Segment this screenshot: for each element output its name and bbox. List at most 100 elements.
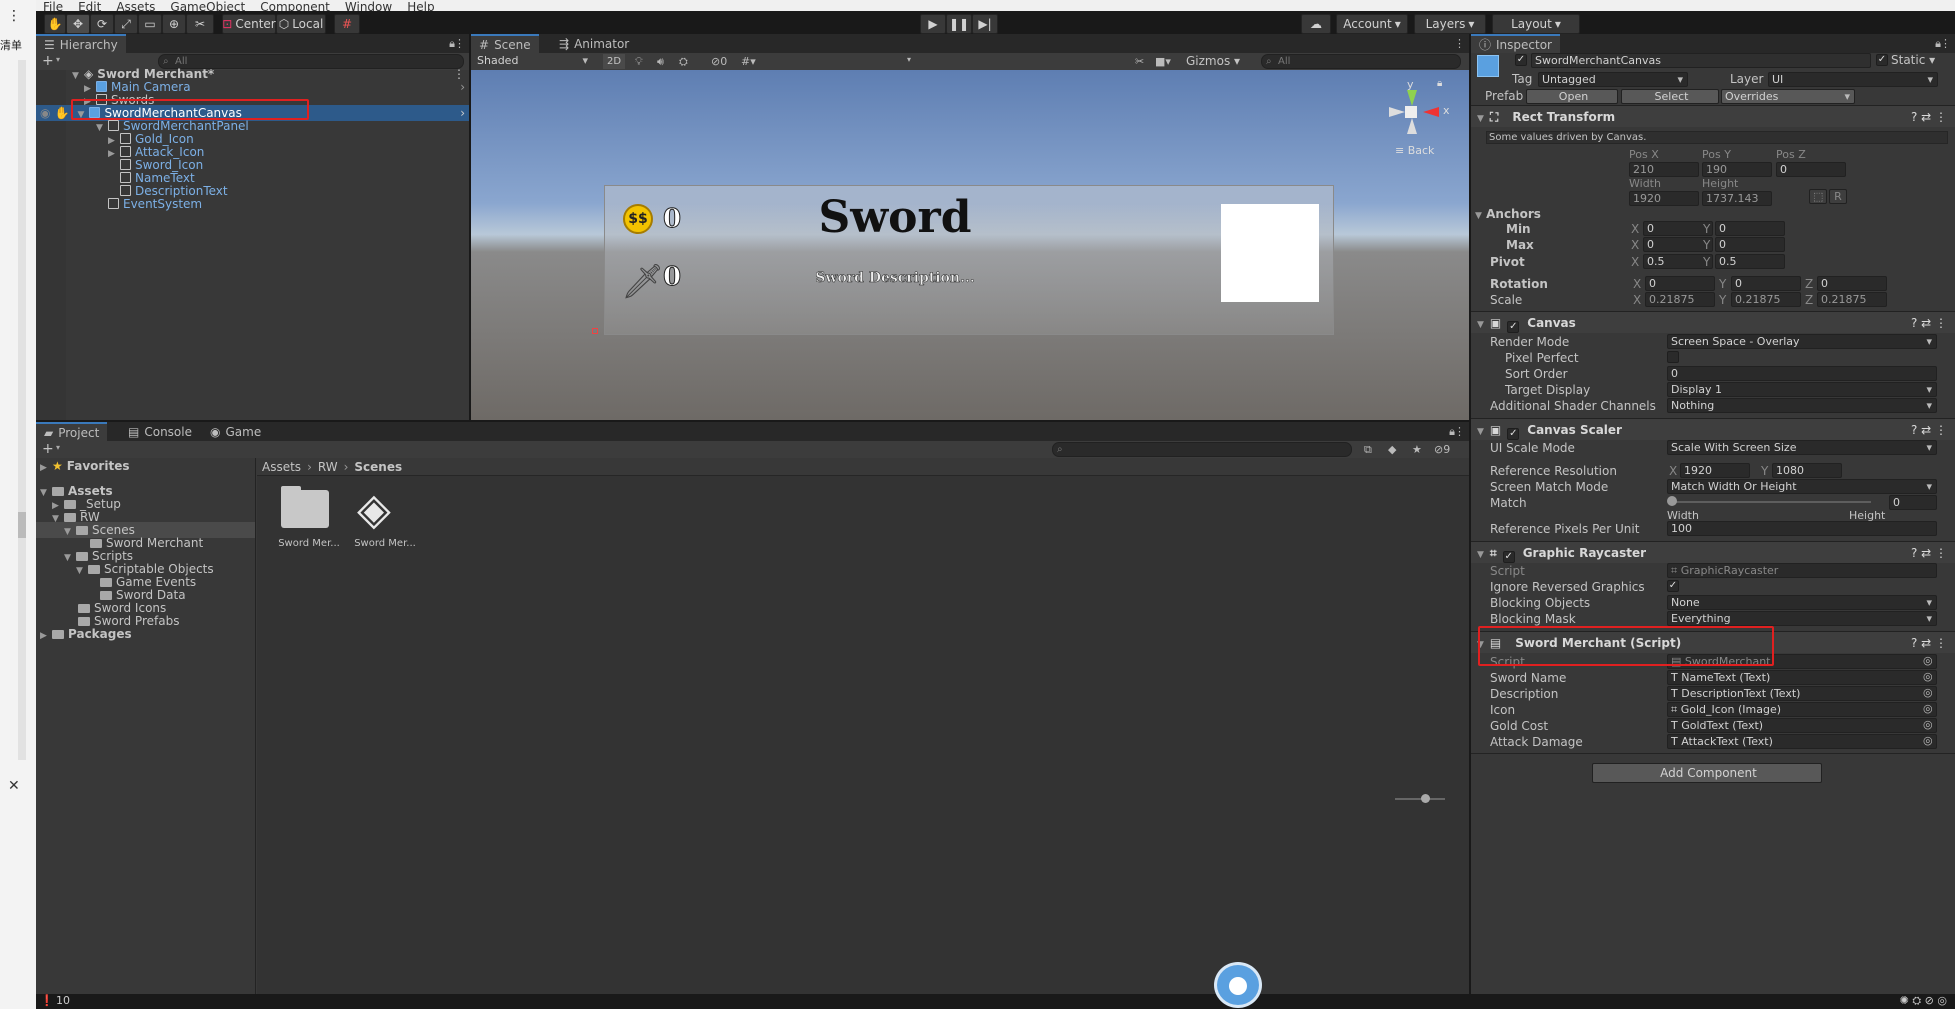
posz-field[interactable]: 0	[1776, 162, 1846, 177]
layers-dropdown[interactable]: Layers ▾	[1414, 14, 1486, 34]
raw-edit-button[interactable]: R	[1829, 189, 1847, 204]
light-icon[interactable]: 💡︎	[635, 55, 643, 69]
zoom-slider-thumb[interactable]	[1421, 794, 1430, 803]
add-component-button[interactable]: Add Component	[1592, 763, 1822, 783]
sort-order-field[interactable]: 0	[1667, 366, 1937, 381]
tree-favorites[interactable]: ▶ ★ Favorites	[36, 458, 255, 474]
audio-icon[interactable]: 🔊︎	[657, 55, 664, 69]
rect-tool-icon[interactable]: ▭	[138, 14, 162, 34]
object-picker-icon[interactable]: ◎	[1923, 670, 1933, 683]
tab-scene[interactable]: # Scene	[471, 34, 539, 53]
max-y-field[interactable]: 0	[1715, 237, 1785, 252]
tab-game[interactable]: ◉ Game	[202, 422, 269, 441]
scene-search-input[interactable]: ⌕ All	[1261, 54, 1461, 69]
object-picker-icon[interactable]: ◎	[1923, 702, 1933, 715]
hand-tool-icon[interactable]: ✋	[44, 14, 66, 34]
object-picker-icon[interactable]: ◎	[1923, 686, 1933, 699]
side-scrollbar[interactable]	[18, 60, 26, 760]
add-button[interactable]: +	[42, 53, 54, 69]
menu-kebab-icon[interactable]: ⋮	[1454, 425, 1465, 438]
min-y-field[interactable]: 0	[1715, 221, 1785, 236]
menu-gameobject[interactable]: GameObject	[170, 1, 245, 11]
scale-z-field[interactable]: 0.21875	[1817, 292, 1887, 307]
anchors-label[interactable]: ▼ Anchors	[1475, 207, 1541, 221]
2d-toggle[interactable]: 2D	[603, 54, 625, 69]
pivot-local-button[interactable]: ⬡ Local	[276, 14, 326, 34]
custom-tool-icon[interactable]: ✂	[186, 14, 214, 34]
favorite-star-icon[interactable]: ★	[1412, 443, 1422, 456]
filter-type-icon[interactable]: ⧉	[1364, 443, 1372, 457]
ref-y-field[interactable]: 1080	[1772, 463, 1842, 478]
gizmo-back-label[interactable]: ≡ Back	[1395, 144, 1434, 157]
neg-x-cone[interactable]	[1389, 107, 1405, 117]
effects-icon[interactable]: ⛭	[679, 55, 688, 69]
side-scroll-thumb[interactable]	[18, 512, 26, 538]
tree-packages[interactable]: ▶ Packages	[36, 626, 255, 642]
hidden-objects-icon[interactable]: ⊘0	[711, 55, 727, 68]
scale-x-field[interactable]: 0.21875	[1645, 292, 1715, 307]
filter-label-icon[interactable]: ◆	[1388, 443, 1396, 456]
more-icon[interactable]: ⋮	[7, 8, 21, 24]
assistant-avatar[interactable]	[1214, 962, 1262, 1008]
zoom-slider-track[interactable]	[1395, 798, 1445, 800]
shading-dropdown[interactable]: Shaded	[474, 54, 592, 69]
rot-y-field[interactable]: 0	[1731, 276, 1801, 291]
pivot-center-button[interactable]: ⊡ Center	[222, 14, 276, 34]
move-tool-icon[interactable]: ✥	[66, 14, 90, 34]
pivot-handle[interactable]	[592, 328, 598, 334]
rect-transform-header[interactable]: ▼ ⛶ Rect Transform ? ⇄ ⋮	[1471, 105, 1955, 127]
raycaster-enabled-checkbox[interactable]: ✓	[1502, 551, 1515, 563]
object-picker-icon[interactable]: ◎	[1923, 654, 1933, 667]
dropdown-icon[interactable]: ▾	[907, 55, 911, 64]
ui-scale-mode-dropdown[interactable]: Scale With Screen Size	[1667, 440, 1937, 455]
blocking-objects-dropdown[interactable]: None	[1667, 595, 1937, 610]
rot-x-field[interactable]: 0	[1645, 276, 1715, 291]
scene-gizmo[interactable]: y x 🔒︎ ≡ Back	[1381, 78, 1451, 157]
gold-cost-field[interactable]: T GoldText (Text)	[1667, 718, 1937, 733]
prefab-overrides-dropdown[interactable]: Overrides	[1721, 89, 1855, 104]
target-display-dropdown[interactable]: Display 1	[1667, 382, 1937, 397]
step-button[interactable]: ▶|	[972, 14, 998, 34]
ignore-reversed-checkbox[interactable]: ✓	[1667, 580, 1679, 592]
gizmo-center-cube[interactable]	[1405, 106, 1417, 118]
chevron-down-icon[interactable]: ▾	[56, 443, 60, 452]
grid-toggle-icon[interactable]: #▾	[741, 55, 756, 68]
match-slider-track[interactable]	[1671, 501, 1871, 503]
additional-channels-dropdown[interactable]: Nothing	[1667, 398, 1937, 413]
y-axis-cone[interactable]	[1407, 90, 1417, 106]
tools-icon[interactable]: ✂	[1135, 55, 1144, 68]
match-slider-thumb[interactable]	[1667, 496, 1677, 506]
menu-component[interactable]: Component	[260, 1, 330, 11]
canvas-header[interactable]: ▼ ▣ ✓ Canvas ? ⇄ ⋮	[1471, 311, 1955, 333]
scale-y-field[interactable]: 0.21875	[1731, 292, 1801, 307]
menu-kebab-icon[interactable]: ⋮	[1454, 37, 1465, 50]
play-button[interactable]: ▶	[920, 14, 946, 34]
menu-kebab-icon[interactable]: ⋮	[1940, 37, 1951, 50]
screen-match-mode-dropdown[interactable]: Match Width Or Height	[1667, 479, 1937, 494]
component-menu-icons[interactable]: ? ⇄ ⋮	[1911, 312, 1947, 334]
scale-tool-icon[interactable]: ⤢	[114, 14, 138, 34]
neg-y-cone[interactable]	[1407, 118, 1417, 134]
posy-field[interactable]: 190	[1702, 162, 1772, 177]
rotate-tool-icon[interactable]: ⟳	[90, 14, 114, 34]
gizmos-dropdown[interactable]: Gizmos ▾	[1186, 54, 1240, 68]
menu-kebab-icon[interactable]: ⋮	[454, 37, 465, 50]
active-checkbox[interactable]: ✓	[1515, 54, 1527, 66]
cloud-icon[interactable]: ☁	[1301, 14, 1331, 34]
x-axis-cone[interactable]	[1423, 107, 1439, 117]
rot-z-field[interactable]: 0	[1817, 276, 1887, 291]
grid-snap-icon[interactable]: #	[334, 14, 360, 34]
account-dropdown[interactable]: Account ▾	[1336, 14, 1408, 34]
sword-name-field[interactable]: T NameText (Text)	[1667, 670, 1937, 685]
object-picker-icon[interactable]: ◎	[1923, 718, 1933, 731]
layer-dropdown[interactable]: UI	[1768, 72, 1938, 87]
transform-tool-icon[interactable]: ⊕	[162, 14, 186, 34]
menu-edit[interactable]: Edit	[78, 1, 101, 11]
eye-icon[interactable]: ◉	[40, 106, 50, 120]
width-field[interactable]: 1920	[1629, 191, 1699, 206]
pivot-y-field[interactable]: 0.5	[1715, 254, 1785, 269]
prefab-select-button[interactable]: Select	[1621, 89, 1719, 104]
component-menu-icons[interactable]: ? ⇄ ⋮	[1911, 106, 1947, 128]
status-icons[interactable]: ✺ ⛭ ⊘ ◎	[1900, 994, 1947, 1008]
match-field[interactable]: 0	[1889, 495, 1937, 510]
